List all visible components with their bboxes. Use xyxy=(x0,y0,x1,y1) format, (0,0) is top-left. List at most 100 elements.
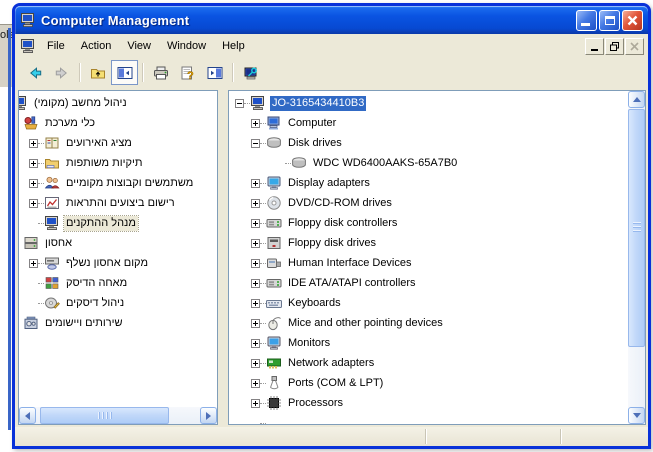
device-tree-item-human-interface-devices[interactable]: Human Interface Devices xyxy=(229,253,645,273)
console-tree-item-computer-management-local[interactable]: ניהול מחשב (מקומי) xyxy=(19,93,217,113)
title-bar[interactable]: Computer Management xyxy=(15,6,648,34)
scroll-right-icon xyxy=(206,411,211,420)
menu-window[interactable]: Window xyxy=(159,37,214,55)
shared-folders-icon xyxy=(44,155,60,171)
device-tree-item-label: Mice and other pointing devices xyxy=(288,316,443,329)
minimize-button[interactable] xyxy=(576,9,597,31)
expand-toggle[interactable] xyxy=(29,198,38,208)
close-icon xyxy=(627,15,638,25)
computer-key-button[interactable] xyxy=(237,60,264,85)
computer-device-icon xyxy=(266,115,282,131)
expand-toggle[interactable] xyxy=(251,238,260,248)
expand-toggle[interactable] xyxy=(251,198,260,208)
device-tree-item-wdc-wd6400aaks-65a7b0[interactable]: WDC WD6400AAKS-65A7B0 xyxy=(229,153,645,173)
scroll-down-button[interactable] xyxy=(628,407,645,424)
collapse-toggle[interactable] xyxy=(251,138,260,148)
device-tree-item-network-adapters[interactable]: Network adapters xyxy=(229,353,645,373)
console-tree-item-device-manager[interactable]: מנהל ההתקנים xyxy=(19,213,217,233)
expand-toggle[interactable] xyxy=(251,358,260,368)
device-tree-item-ports-com-lpt[interactable]: Ports (COM & LPT) xyxy=(229,373,645,393)
console-tree-item-local-users-and-groups[interactable]: משתמשים וקבוצות מקומיים xyxy=(19,173,217,193)
collapse-toggle[interactable] xyxy=(235,98,244,108)
device-tree-item-disk-drives[interactable]: Disk drives xyxy=(229,133,645,153)
doc-restore-icon xyxy=(610,42,619,51)
expand-toggle[interactable] xyxy=(251,338,260,348)
device-tree-item-label: Monitors xyxy=(288,336,331,349)
expand-toggle[interactable] xyxy=(251,218,260,228)
device-tree-item-processors[interactable]: Processors xyxy=(229,393,645,413)
back-arrow-icon xyxy=(27,65,43,81)
doc-restore-button[interactable] xyxy=(605,38,624,55)
up-one-level-button[interactable] xyxy=(84,60,111,85)
up-folder-icon xyxy=(90,65,106,81)
console-tree-item-label: שירותים ויישומים xyxy=(45,316,123,329)
expand-toggle[interactable] xyxy=(251,258,260,268)
scroll-up-button[interactable] xyxy=(628,91,645,108)
close-button[interactable] xyxy=(622,9,643,31)
horizontal-scroll-thumb[interactable] xyxy=(40,407,169,424)
vertical-scroll-thumb[interactable] xyxy=(628,109,645,347)
expand-toggle[interactable] xyxy=(29,138,38,148)
expand-toggle[interactable] xyxy=(251,118,260,128)
back-button[interactable] xyxy=(21,60,48,85)
console-tree-item-shared-folders[interactable]: תיקיות משותפות xyxy=(19,153,217,173)
help-button[interactable]: ? xyxy=(174,60,201,85)
expand-toggle[interactable] xyxy=(251,318,260,328)
scroll-right-button[interactable] xyxy=(200,407,217,424)
console-tree-item-performance-logs-and-alerts[interactable]: רישום ביצועים והתראות xyxy=(19,193,217,213)
vertical-scrollbar[interactable] xyxy=(628,91,645,424)
device-tree-item-computer[interactable]: Computer xyxy=(229,113,645,133)
menu-help[interactable]: Help xyxy=(214,37,253,55)
console-tree-item-services-and-applications[interactable]: שירותים ויישומים xyxy=(19,313,217,333)
menu-view[interactable]: View xyxy=(119,37,159,55)
device-tree-item-clipped-bottom-device[interactable] xyxy=(229,413,645,424)
menu-action[interactable]: Action xyxy=(73,37,120,55)
device-tree-item-dvd-cdrom-drives[interactable]: DVD/CD-ROM drives xyxy=(229,193,645,213)
expand-toggle[interactable] xyxy=(251,398,260,408)
scroll-left-button[interactable] xyxy=(19,407,36,424)
console-tree-item-event-viewer[interactable]: מציג האירועים xyxy=(19,133,217,153)
device-tree-item-monitors[interactable]: Monitors xyxy=(229,333,645,353)
hid-icon xyxy=(266,255,282,271)
console-tree-item-label: ניהול דיסקים xyxy=(66,296,125,309)
device-tree-item-floppy-disk-drives[interactable]: Floppy disk drives xyxy=(229,233,645,253)
console-tree-icon xyxy=(117,65,133,81)
monitor-icon xyxy=(266,335,282,351)
expand-toggle[interactable] xyxy=(29,258,38,268)
controller-icon xyxy=(266,215,282,231)
device-tree-item-label: Computer xyxy=(288,116,337,129)
scroll-grip xyxy=(97,412,112,419)
console-window-icon xyxy=(20,38,36,54)
device-tree-item-ide-ata-atapi-controllers[interactable]: IDE ATA/ATAPI controllers xyxy=(229,273,645,293)
console-tree-item-disk-defragmenter[interactable]: מאחה הדיסק xyxy=(19,273,217,293)
expand-toggle[interactable] xyxy=(251,278,260,288)
expand-toggle[interactable] xyxy=(29,178,38,188)
expand-toggle[interactable] xyxy=(251,178,260,188)
show-hide-console-tree-button[interactable] xyxy=(111,60,138,85)
device-tree-item-display-adapters[interactable]: Display adapters xyxy=(229,173,645,193)
expand-toggle[interactable] xyxy=(29,158,38,168)
show-hide-action-pane-button[interactable] xyxy=(201,60,228,85)
maximize-button[interactable] xyxy=(599,9,620,31)
document-window-controls xyxy=(585,38,644,55)
expand-toggle[interactable] xyxy=(251,378,260,388)
console-tree-item-storage[interactable]: אחסון xyxy=(19,233,217,253)
console-tree-item-disk-management[interactable]: ניהול דיסקים xyxy=(19,293,217,313)
console-tree-item-system-tools[interactable]: כלי מערכת xyxy=(19,113,217,133)
defrag-icon xyxy=(44,275,60,291)
menu-file[interactable]: File xyxy=(39,37,73,55)
device-tree-item-mice-and-other-pointing-devices[interactable]: Mice and other pointing devices xyxy=(229,313,645,333)
console-tree-item-removable-storage[interactable]: מקום אחסון נשלף xyxy=(19,253,217,273)
print-button[interactable] xyxy=(147,60,174,85)
device-tree-item-computer-root[interactable]: JO-3165434410B3 xyxy=(229,93,645,113)
device-tree-item-floppy-disk-controllers[interactable]: Floppy disk controllers xyxy=(229,213,645,233)
console-tree-item-label: אחסון xyxy=(45,236,73,249)
window-controls xyxy=(576,9,643,31)
menu-bar: File Action View Window Help xyxy=(15,34,648,58)
doc-minimize-button[interactable] xyxy=(585,38,604,55)
computer-icon xyxy=(250,95,266,111)
horizontal-scrollbar[interactable] xyxy=(19,407,217,424)
console-tree: ניהול מחשב (מקומי) כלי מערכת מציג האירועים… xyxy=(19,93,217,333)
expand-toggle[interactable] xyxy=(251,298,260,308)
device-tree-item-keyboards[interactable]: Keyboards xyxy=(229,293,645,313)
